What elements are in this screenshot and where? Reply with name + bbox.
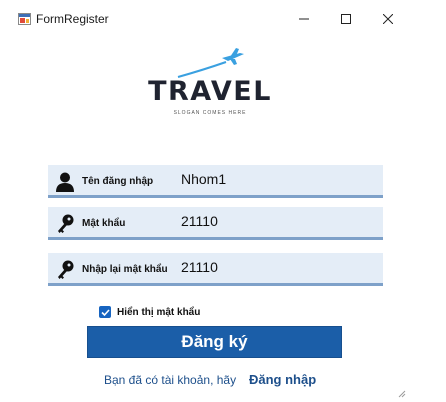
password-input[interactable]: 21110 [181, 213, 218, 229]
show-password-checkbox[interactable] [99, 306, 111, 318]
confirm-password-label: Nhập lại mật khẩu [82, 264, 168, 275]
travel-logo: TRAVEL SLOGAN COMES HERE [148, 48, 272, 118]
register-button[interactable]: Đăng ký [87, 326, 342, 358]
resize-grip-icon[interactable] [398, 390, 406, 398]
show-password-toggle[interactable]: Hiển thị mật khẩu [99, 305, 200, 319]
confirm-password-input[interactable]: 21110 [181, 259, 218, 275]
login-prompt: Bạn đã có tài khoản, hãy [104, 373, 237, 387]
title-bar[interactable]: FormRegister [8, 4, 408, 34]
password-field[interactable]: Mật khẩu 21110 [48, 207, 383, 240]
password-label: Mật khẩu [82, 218, 126, 229]
close-icon [383, 14, 393, 24]
maximize-icon [341, 14, 351, 24]
close-button[interactable] [367, 4, 409, 34]
username-input[interactable]: Nhom1 [181, 171, 226, 187]
user-icon [56, 172, 74, 192]
minimize-button[interactable] [283, 4, 325, 34]
username-label: Tên đăng nhập [82, 176, 154, 187]
airplane-icon [177, 48, 244, 78]
register-window: FormRegister TRAVEL SLOGAN COMES HERE Tê… [8, 4, 408, 400]
maximize-button[interactable] [325, 4, 367, 34]
minimize-icon [299, 18, 309, 20]
key-icon [58, 214, 74, 233]
confirm-password-field[interactable]: Nhập lại mật khẩu 21110 [48, 253, 383, 286]
show-password-label: Hiển thị mật khẩu [117, 306, 201, 318]
app-icon [18, 13, 31, 25]
logo-brand: TRAVEL [148, 76, 272, 107]
logo-slogan: SLOGAN COMES HERE [173, 110, 247, 116]
key-icon [58, 260, 74, 279]
window-title: FormRegister [36, 12, 109, 26]
username-field[interactable]: Tên đăng nhập Nhom1 [48, 165, 383, 198]
login-link[interactable]: Đăng nhập [249, 372, 316, 387]
checkmark-icon [100, 308, 110, 316]
